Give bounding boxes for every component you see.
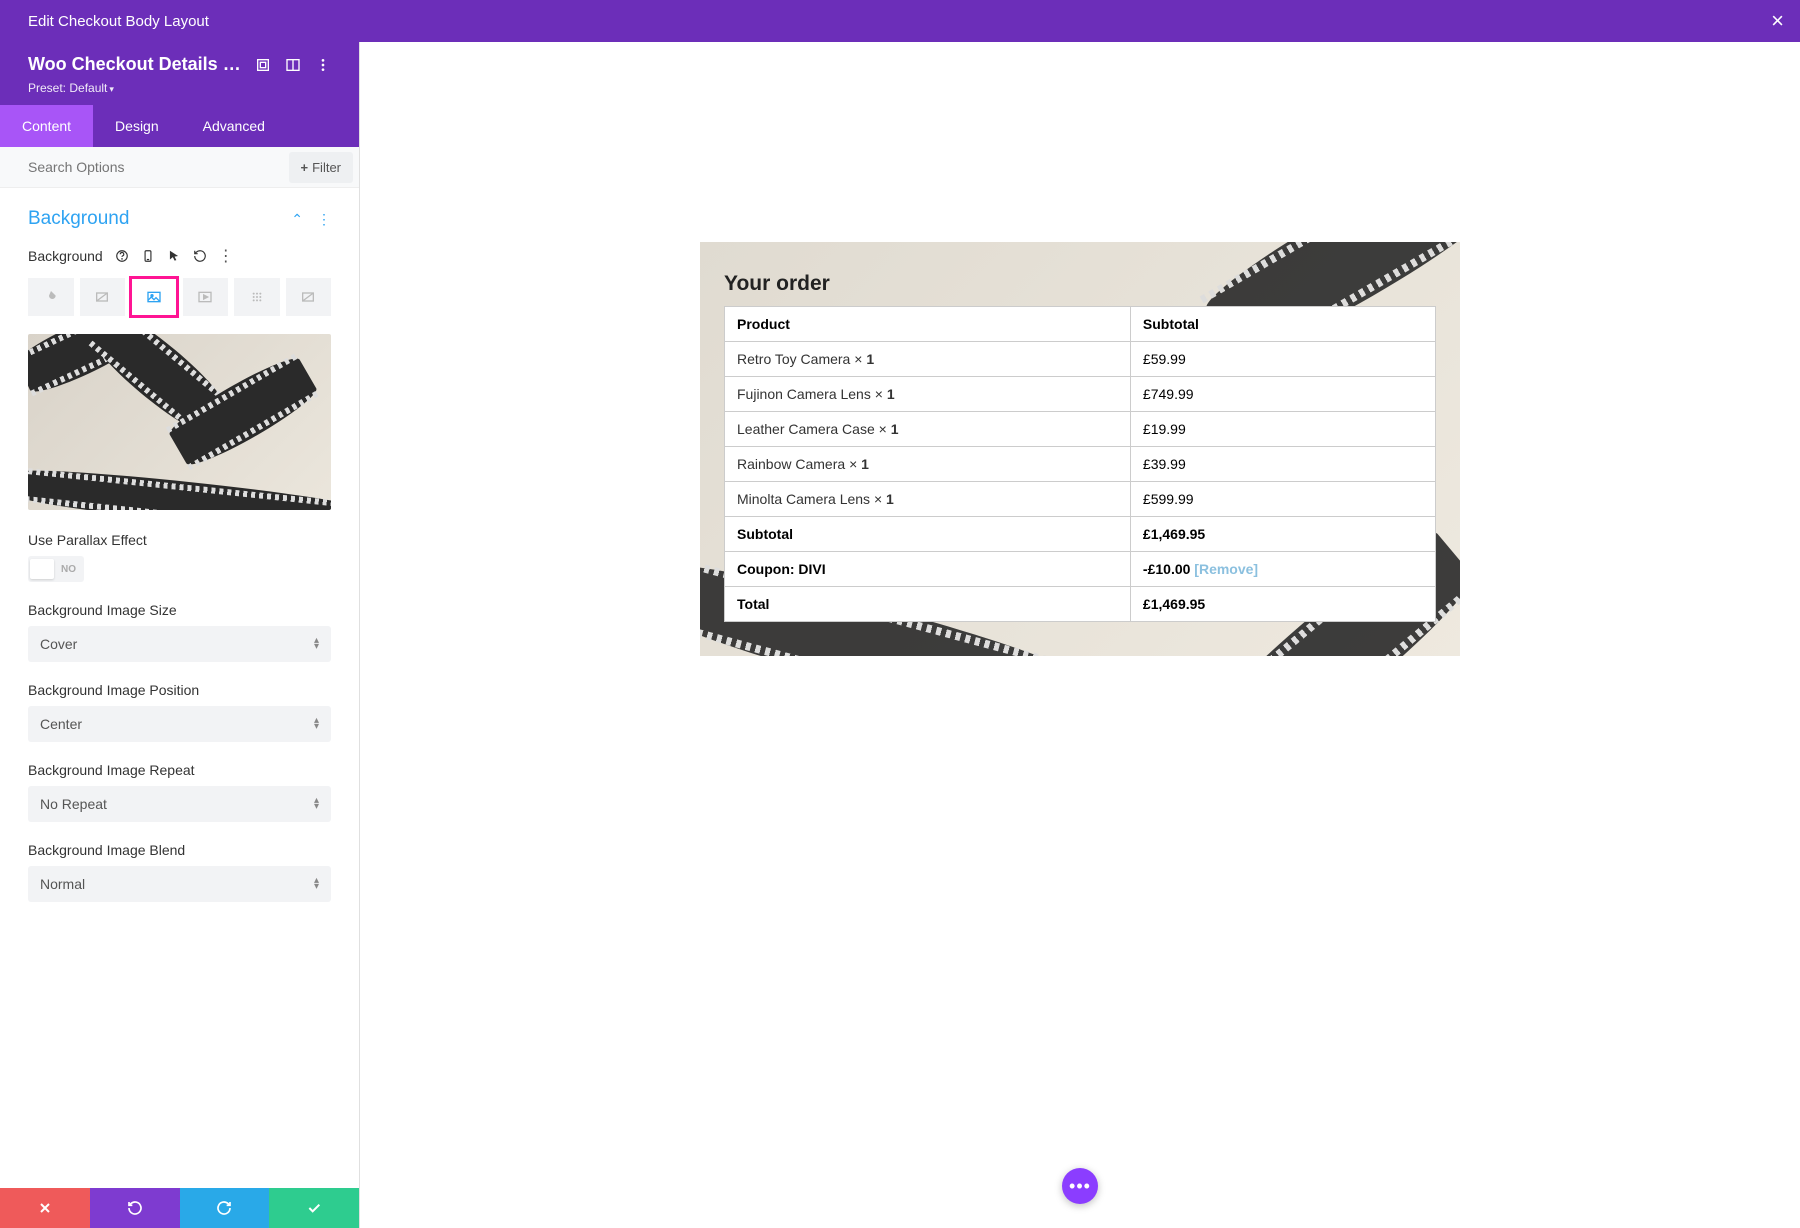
field-more-icon[interactable]: ⋮ — [219, 249, 233, 263]
bg-color-tab[interactable] — [28, 278, 74, 316]
bg-position-label: Background Image Position — [28, 682, 331, 698]
top-bar: Edit Checkout Body Layout × — [0, 0, 1800, 42]
background-label: Background — [28, 248, 103, 264]
background-field-header: Background ⋮ — [0, 242, 359, 270]
table-row: Minolta Camera Lens 1£599.99 — [725, 482, 1436, 517]
order-table: Product Subtotal Retro Toy Camera 1£59.9… — [724, 306, 1436, 622]
price-cell: £599.99 — [1130, 482, 1435, 517]
top-bar-title: Edit Checkout Body Layout — [28, 13, 209, 30]
columns-icon[interactable] — [285, 57, 301, 73]
coupon-label: Coupon: DIVI — [725, 552, 1131, 587]
total-value: £1,469.95 — [1130, 587, 1435, 622]
table-row: Fujinon Camera Lens 1£749.99 — [725, 377, 1436, 412]
section-title: Background — [28, 208, 129, 230]
help-icon[interactable] — [115, 249, 129, 263]
subtotal-value: £1,469.95 — [1130, 517, 1435, 552]
bg-repeat-label: Background Image Repeat — [28, 762, 331, 778]
preview-pane: Your order Product Subtotal Retro Toy Ca… — [360, 42, 1800, 1228]
product-cell: Fujinon Camera Lens 1 — [725, 377, 1131, 412]
price-cell: £749.99 — [1130, 377, 1435, 412]
save-button[interactable] — [269, 1188, 359, 1228]
col-subtotal: Subtotal — [1130, 307, 1435, 342]
chevron-up-icon[interactable]: ⌃ — [291, 211, 303, 228]
parallax-label: Use Parallax Effect — [28, 532, 331, 548]
section-header-background[interactable]: Background ⌃ ⋮ — [0, 188, 359, 242]
close-icon[interactable]: × — [1771, 8, 1784, 34]
tab-design[interactable]: Design — [93, 105, 181, 147]
select-caret-icon — [314, 878, 319, 890]
settings-header: Woo Checkout Details Setti... Preset: De… — [0, 42, 359, 105]
section-more-icon[interactable]: ⋮ — [317, 211, 331, 228]
price-cell: £39.99 — [1130, 447, 1435, 482]
bg-pattern-tab[interactable] — [234, 278, 280, 316]
settings-tabs: Content Design Advanced — [0, 105, 359, 147]
background-type-tabs — [0, 270, 359, 324]
bg-blend-label: Background Image Blend — [28, 842, 331, 858]
select-caret-icon — [314, 718, 319, 730]
bg-gradient-tab[interactable] — [80, 278, 126, 316]
undo-button[interactable] — [90, 1188, 180, 1228]
table-row: Retro Toy Camera 1£59.99 — [725, 342, 1436, 377]
bg-blend-select[interactable]: Normal — [28, 866, 331, 902]
coupon-cell: -£10.00 [Remove] — [1130, 552, 1435, 587]
reset-icon[interactable] — [193, 249, 207, 263]
bg-size-label: Background Image Size — [28, 602, 331, 618]
product-cell: Minolta Camera Lens 1 — [725, 482, 1131, 517]
bg-size-select[interactable]: Cover — [28, 626, 331, 662]
subtotal-label: Subtotal — [725, 517, 1131, 552]
bg-repeat-select[interactable]: No Repeat — [28, 786, 331, 822]
checkout-section: Your order Product Subtotal Retro Toy Ca… — [700, 242, 1460, 656]
search-row: Filter — [0, 147, 359, 188]
tab-content[interactable]: Content — [0, 105, 93, 147]
preset-selector[interactable]: Preset: Default — [28, 81, 331, 95]
hover-icon[interactable] — [167, 249, 181, 263]
select-caret-icon — [314, 638, 319, 650]
product-cell: Retro Toy Camera 1 — [725, 342, 1131, 377]
coupon-remove-link[interactable]: [Remove] — [1194, 561, 1258, 577]
col-product: Product — [725, 307, 1131, 342]
select-caret-icon — [314, 798, 319, 810]
order-heading: Your order — [724, 272, 1436, 296]
settings-sidebar: Woo Checkout Details Setti... Preset: De… — [0, 42, 360, 1228]
tab-advanced[interactable]: Advanced — [181, 105, 287, 147]
expand-icon[interactable] — [255, 57, 271, 73]
builder-fab-button[interactable]: ••• — [1062, 1168, 1098, 1204]
bg-mask-tab[interactable] — [286, 278, 332, 316]
filter-button[interactable]: Filter — [289, 152, 353, 183]
settings-title: Woo Checkout Details Setti... — [28, 54, 241, 75]
redo-button[interactable] — [180, 1188, 270, 1228]
table-row: Leather Camera Case 1£19.99 — [725, 412, 1436, 447]
price-cell: £19.99 — [1130, 412, 1435, 447]
cancel-button[interactable] — [0, 1188, 90, 1228]
bg-video-tab[interactable] — [183, 278, 229, 316]
parallax-toggle[interactable]: NO — [28, 556, 84, 582]
product-cell: Leather Camera Case 1 — [725, 412, 1131, 447]
bottom-actions — [0, 1188, 359, 1228]
search-input[interactable] — [0, 147, 289, 187]
bg-image-tab[interactable] — [131, 278, 177, 316]
background-image-preview[interactable] — [28, 334, 331, 510]
product-cell: Rainbow Camera 1 — [725, 447, 1131, 482]
price-cell: £59.99 — [1130, 342, 1435, 377]
bg-position-select[interactable]: Center — [28, 706, 331, 742]
more-icon[interactable] — [315, 57, 331, 73]
phone-icon[interactable] — [141, 249, 155, 263]
total-label: Total — [725, 587, 1131, 622]
table-row: Rainbow Camera 1£39.99 — [725, 447, 1436, 482]
